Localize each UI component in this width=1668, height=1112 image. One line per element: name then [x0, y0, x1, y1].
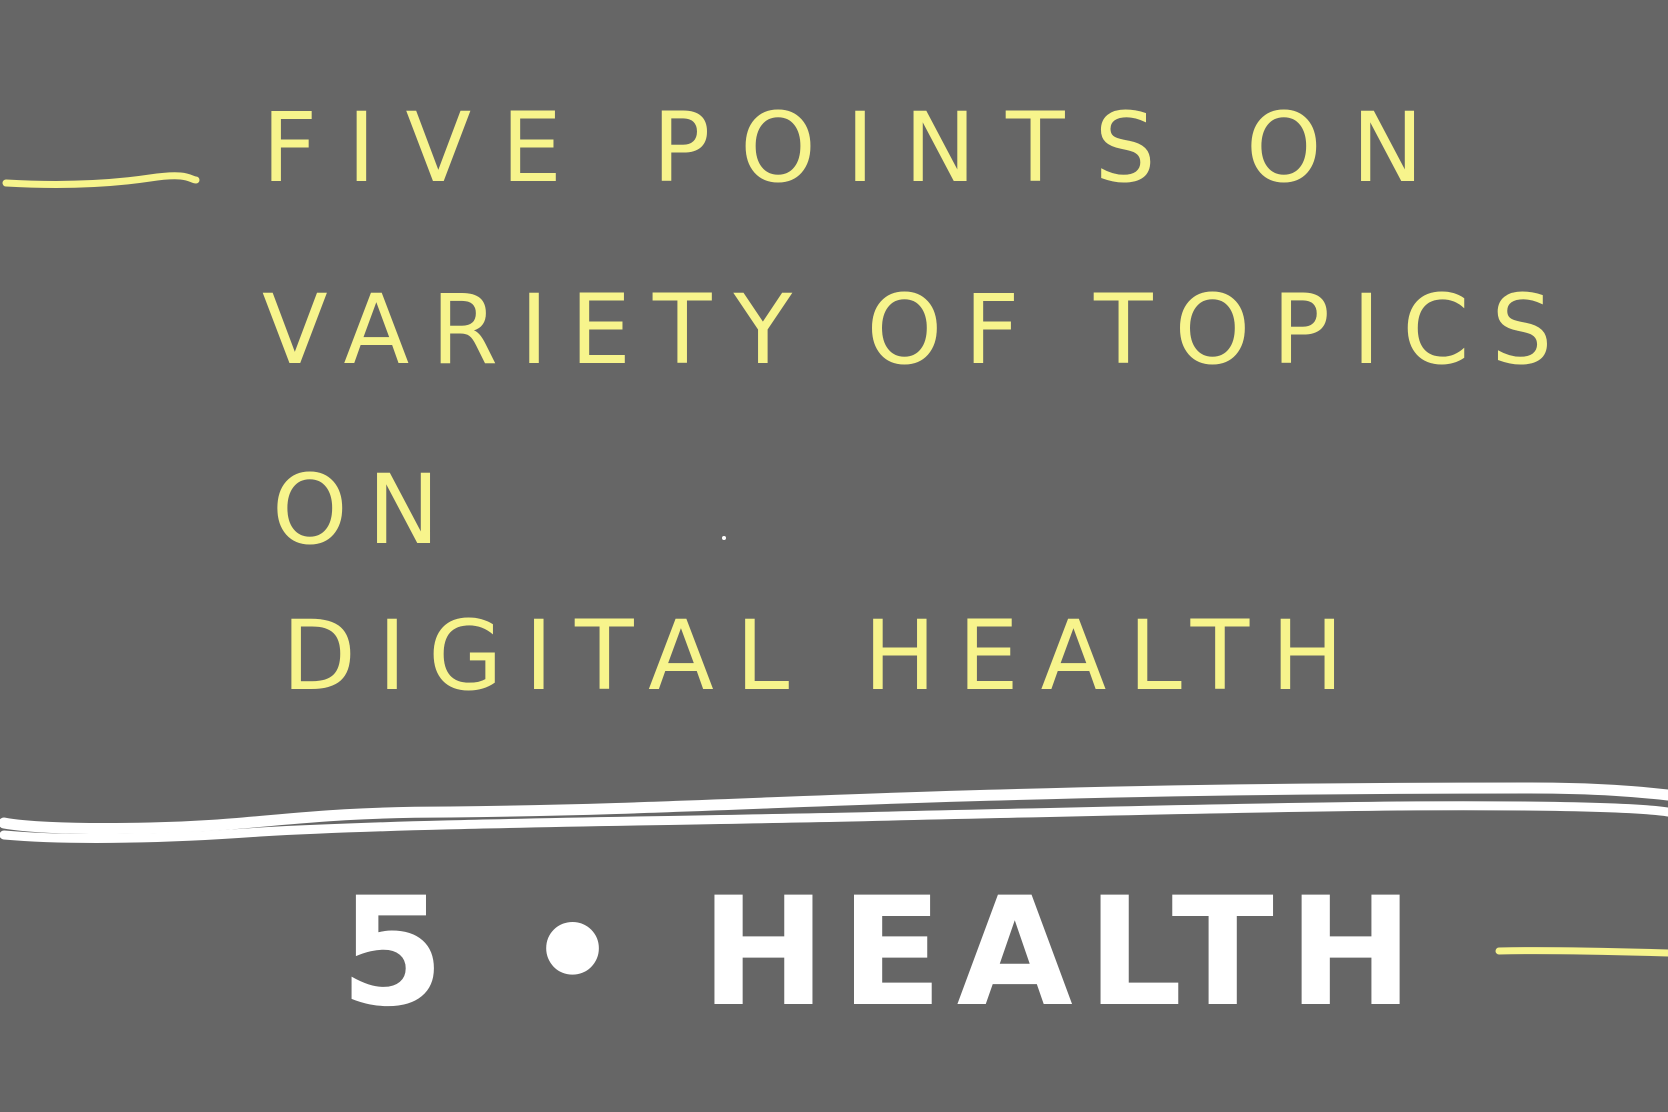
note-line-2: VARIETY OF TOPICS [262, 274, 1575, 386]
stray-dot [722, 536, 726, 540]
bottom-right-dash [1495, 947, 1668, 957]
top-left-dash [2, 172, 200, 188]
drawing-canvas[interactable]: FIVE POINTS ON VARIETY OF TOPICS ON DIGI… [0, 0, 1668, 1112]
note-line-4: DIGITAL HEALTH [282, 600, 1366, 712]
note-line-3: ON [272, 454, 460, 566]
note-line-1: FIVE POINTS ON [262, 92, 1454, 204]
section-heading: 5 • HEALTH [340, 866, 1428, 1040]
